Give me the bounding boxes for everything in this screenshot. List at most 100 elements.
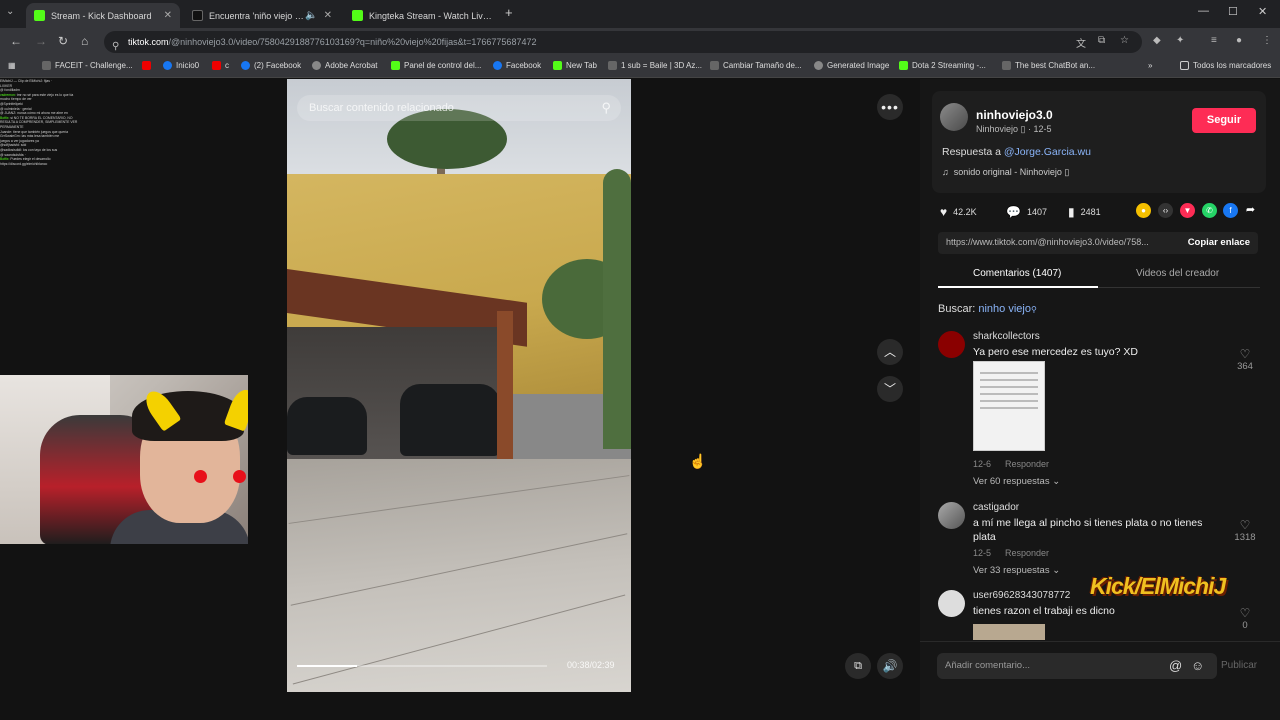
bookmark-item[interactable]: (2) Facebook [241, 61, 301, 70]
back-arrow-icon[interactable]: ← [10, 34, 22, 48]
more-options-button[interactable]: ••• [877, 94, 903, 120]
author-card: ninhoviejo3.0 Ninhoviejo ▯ · 12-5 Seguir… [932, 91, 1266, 193]
comment-avatar[interactable] [938, 331, 965, 358]
like-button[interactable]: ♥ 42.2K [940, 205, 977, 219]
facebook-share-icon[interactable]: f [1223, 203, 1238, 218]
previous-video-button[interactable]: ︿ [877, 339, 903, 365]
comment-input[interactable]: Añadir comentario... @ ☺ [937, 653, 1217, 679]
doc-line [980, 393, 1038, 395]
next-video-button[interactable]: ﹀ [877, 376, 903, 402]
comment-button[interactable]: 💬 1407 [1006, 205, 1047, 219]
mention-at-icon[interactable]: @ [1169, 653, 1182, 679]
view-replies-button[interactable]: Ver 33 respuestas ⌄ [973, 565, 1060, 576]
bookmark-item[interactable]: Adobe Acrobat [312, 61, 377, 70]
save-button[interactable]: ▮ 2481 [1068, 205, 1101, 219]
comment-username[interactable]: user69628343078772 [973, 590, 1070, 601]
overlay-chat-user: Botfix: [0, 157, 11, 162]
comment-username[interactable]: sharkcollectors [973, 331, 1040, 342]
bookmarks-overflow-icon[interactable]: » [1148, 61, 1152, 70]
tab-creator-videos[interactable]: Videos del creador [1136, 268, 1219, 279]
reply-button[interactable]: Responder [1005, 459, 1049, 469]
bookmark-item[interactable]: c [212, 61, 229, 70]
reply-mention-link[interactable]: @Jorge.Garcia.wu [1004, 146, 1091, 158]
heart-outline-icon: ♡ [1239, 606, 1251, 620]
url-bar[interactable]: ⚲ tiktok.com/@ninhoviejo3.0/video/758042… [104, 31, 1142, 53]
whatsapp-icon[interactable]: ✆ [1202, 203, 1217, 218]
overlay-chat-text: PERMANENTE [0, 124, 24, 129]
bookmark-item[interactable]: Inicio0 [163, 61, 199, 70]
bookmark-item[interactable]: Cambiar Tamaño de... [710, 61, 802, 70]
window-close-icon[interactable]: ✕ [1258, 5, 1267, 18]
emoji-icon[interactable]: ☺ [1191, 653, 1204, 679]
new-tab-plus-icon[interactable]: + [505, 5, 513, 20]
maximize-icon[interactable]: ☐ [1228, 5, 1238, 18]
bookmark-item[interactable]: FACEIT - Challenge... [42, 61, 133, 70]
tab-search-icon[interactable]: ⌄ [6, 6, 14, 17]
publish-button[interactable]: Publicar [1221, 660, 1257, 671]
reply-button[interactable]: Responder [1005, 548, 1049, 558]
tab-tiktok-search[interactable]: Encuentra 'niño viejo fijas' 🔈 ✕ [184, 3, 340, 28]
kebab-menu-icon[interactable]: ⋮ [1262, 35, 1272, 46]
bookmark-item[interactable] [142, 61, 155, 70]
follow-button[interactable]: Seguir [1192, 108, 1256, 133]
volume-button[interactable]: 🔊 [877, 653, 903, 679]
extensions-puzzle-icon[interactable]: ✦ [1176, 35, 1184, 46]
comment-like-button[interactable]: ♡ 0 [1234, 606, 1256, 631]
related-search-input[interactable]: Buscar contenido relacionado ⚲ [297, 95, 621, 121]
share-link-text[interactable]: https://www.tiktok.com/@ninhoviejo3.0/vi… [946, 237, 1166, 247]
forward-arrow-icon[interactable]: → [35, 34, 47, 48]
reload-icon[interactable]: ↻ [58, 34, 68, 48]
comment-avatar[interactable] [938, 590, 965, 617]
comment-like-button[interactable]: ♡ 364 [1234, 347, 1256, 372]
bookmark-star-icon[interactable]: ☆ [1120, 35, 1129, 46]
embed-icon[interactable]: ‹› [1158, 203, 1173, 218]
bookmark-item[interactable]: Facebook [493, 61, 541, 70]
apps-grid-icon[interactable]: ▦ [8, 61, 16, 70]
bookmark-item[interactable]: New Tab [553, 61, 597, 70]
video-progress-bar[interactable] [297, 665, 547, 667]
repost-icon[interactable]: ▼ [1180, 203, 1195, 218]
all-bookmarks[interactable]: Todos los marcadores [1180, 61, 1271, 70]
tab-kick-dashboard[interactable]: Stream - Kick Dashboard ✕ [26, 3, 180, 28]
bookmark-item[interactable]: Generated Image [814, 61, 889, 70]
search-prefix: Buscar: [938, 303, 979, 315]
comment-image[interactable] [973, 361, 1045, 451]
site-info-icon[interactable]: ⚲ [112, 36, 119, 53]
tab-comments[interactable]: Comentarios (1407) [973, 268, 1061, 279]
translate-icon[interactable]: 文 [1076, 35, 1086, 50]
bookmark-item[interactable]: Panel de control del... [391, 61, 481, 70]
speaker-icon[interactable]: 🔈 [305, 10, 317, 21]
comment-date: 12-5 [973, 548, 992, 558]
copy-link-button[interactable]: Copiar enlace [1188, 237, 1250, 248]
minimize-icon[interactable]: — [1198, 5, 1209, 17]
close-icon[interactable]: ✕ [164, 10, 172, 21]
search-icon[interactable]: ⚲ [601, 95, 611, 121]
kick-icon [352, 10, 363, 21]
bookmark-label: 1 sub = Baile | 3D Az... [621, 61, 703, 70]
picture-in-picture-button[interactable]: ⧉ [845, 653, 871, 679]
search-keyword-link[interactable]: ninho viejo [978, 303, 1031, 315]
overlay-chat-message: https://discord.gg/elmichiblanco [0, 162, 100, 167]
install-icon[interactable]: ⧉ [1098, 35, 1105, 46]
home-icon[interactable]: ⌂ [81, 34, 88, 48]
tab-kingteka-stream[interactable]: Kingteka Stream - Watch Live c [344, 3, 500, 28]
close-icon[interactable]: ✕ [324, 10, 332, 21]
coin-icon[interactable]: ● [1136, 203, 1151, 218]
author-name[interactable]: ninhoviejo3.0 [976, 108, 1053, 122]
view-replies-button[interactable]: Ver 60 respuestas ⌄ [973, 476, 1060, 487]
overlay-chat-text: Juande: tiene que también juegos que que… [0, 129, 69, 134]
comment-username[interactable]: castigador [973, 502, 1019, 513]
author-avatar[interactable] [940, 103, 968, 131]
bookmark-item[interactable]: The best ChatBot an... [1002, 61, 1095, 70]
comment-avatar[interactable] [938, 502, 965, 529]
media-list-icon[interactable]: ≡ [1211, 35, 1217, 46]
profile-avatar-icon[interactable]: ● [1236, 35, 1242, 46]
extension-diamond-icon[interactable]: ◆ [1153, 35, 1161, 46]
bookmark-item[interactable]: Dota 2 Streaming -... [899, 61, 986, 70]
comment-like-button[interactable]: ♡ 1318 [1234, 518, 1256, 543]
video-player[interactable]: Buscar contenido relacionado ⚲ 00:38/02:… [287, 79, 631, 692]
share-arrow-icon[interactable]: ➦ [1243, 203, 1258, 218]
sound-link[interactable]: ♫ sonido original - Ninhoviejo ▯ [942, 167, 1069, 178]
comment-image[interactable] [973, 624, 1045, 640]
bookmark-item[interactable]: 1 sub = Baile | 3D Az... [608, 61, 702, 70]
